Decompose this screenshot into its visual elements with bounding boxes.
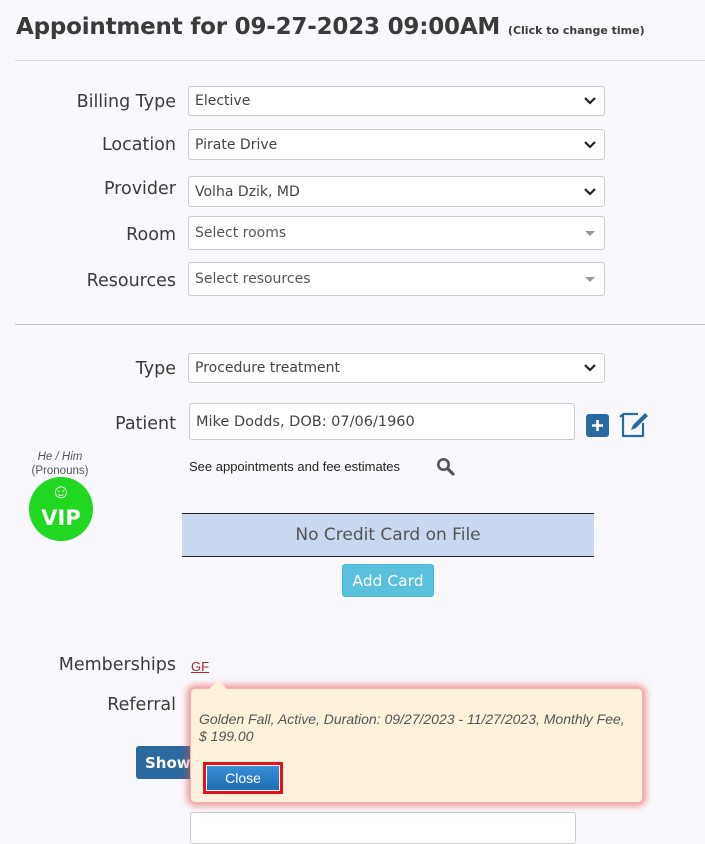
- provider-value: Volha Dzik, MD: [195, 183, 300, 200]
- type-value: Procedure treatment: [195, 360, 341, 376]
- referral-label: Referral: [107, 695, 176, 715]
- chevron-down-icon: [584, 187, 596, 196]
- plus-icon: [592, 420, 603, 431]
- see-appointments-text: See appointments and fee estimates: [189, 459, 401, 474]
- add-card-button[interactable]: Add Card: [342, 564, 434, 597]
- credit-card-status: No Credit Card on File: [182, 513, 594, 557]
- section-divider: [15, 324, 705, 325]
- chevron-down-icon: [584, 364, 596, 372]
- pronouns-caption: (Pronouns): [31, 465, 89, 477]
- caret-down-icon: [585, 231, 595, 236]
- search-icon[interactable]: [436, 457, 455, 476]
- membership-gf-link[interactable]: GF: [191, 659, 209, 674]
- type-label: Type: [135, 359, 176, 379]
- edit-patient-button[interactable]: [619, 409, 651, 439]
- billing-type-value: Elective: [195, 93, 251, 109]
- chevron-down-icon: [584, 140, 596, 149]
- chevron-down-icon: [584, 97, 596, 105]
- bottom-input[interactable]: [190, 812, 576, 844]
- room-placeholder: Select rooms: [195, 225, 287, 241]
- provider-select[interactable]: Volha Dzik, MD: [188, 176, 605, 207]
- room-label: Room: [126, 225, 176, 245]
- change-time-hint[interactable]: (Click to change time): [508, 24, 645, 37]
- location-label: Location: [101, 135, 176, 155]
- memberships-label: Memberships: [58, 655, 176, 675]
- caret-down-icon: [585, 277, 595, 282]
- close-button[interactable]: Close: [203, 762, 283, 794]
- resources-placeholder: Select resources: [195, 271, 311, 287]
- type-select[interactable]: Procedure treatment: [188, 353, 605, 383]
- room-select[interactable]: Select rooms: [188, 216, 605, 250]
- provider-label: Provider: [103, 179, 176, 199]
- appointment-title-text[interactable]: Appointment for 09-27-2023 09:00AM: [16, 14, 500, 40]
- billing-type-label: Billing Type: [76, 92, 176, 112]
- resources-select[interactable]: Select resources: [188, 262, 605, 296]
- patient-value: Mike Dodds, DOB: 07/06/1960: [196, 413, 415, 430]
- show-button[interactable]: Show: [136, 746, 196, 779]
- popover-arrow: [209, 680, 227, 689]
- membership-popover: Golden Fall, Active, Duration: 09/27/202…: [190, 680, 643, 803]
- header-divider: [15, 60, 705, 61]
- patient-label: Patient: [115, 414, 176, 434]
- membership-details: Golden Fall, Active, Duration: 09/27/202…: [199, 711, 625, 744]
- vip-badge: ☺ VIP: [29, 477, 93, 541]
- vip-text: VIP: [41, 506, 81, 530]
- credit-card-message: No Credit Card on File: [295, 525, 481, 545]
- location-select[interactable]: Pirate Drive: [188, 129, 605, 160]
- close-button-label: Close: [207, 766, 279, 790]
- billing-type-select[interactable]: Elective: [188, 86, 605, 116]
- pronouns-text: He / Him: [37, 451, 83, 463]
- page-title[interactable]: Appointment for 09-27-2023 09:00AM (Clic…: [16, 14, 645, 40]
- smiley-icon: ☺: [50, 481, 72, 503]
- patient-input[interactable]: Mike Dodds, DOB: 07/06/1960: [189, 403, 575, 440]
- location-value: Pirate Drive: [195, 136, 278, 153]
- add-patient-button[interactable]: [586, 414, 609, 437]
- edit-note-icon: [619, 412, 648, 438]
- see-appointments-link[interactable]: See appointments and fee estimates: [189, 459, 400, 474]
- resources-label: Resources: [86, 271, 176, 291]
